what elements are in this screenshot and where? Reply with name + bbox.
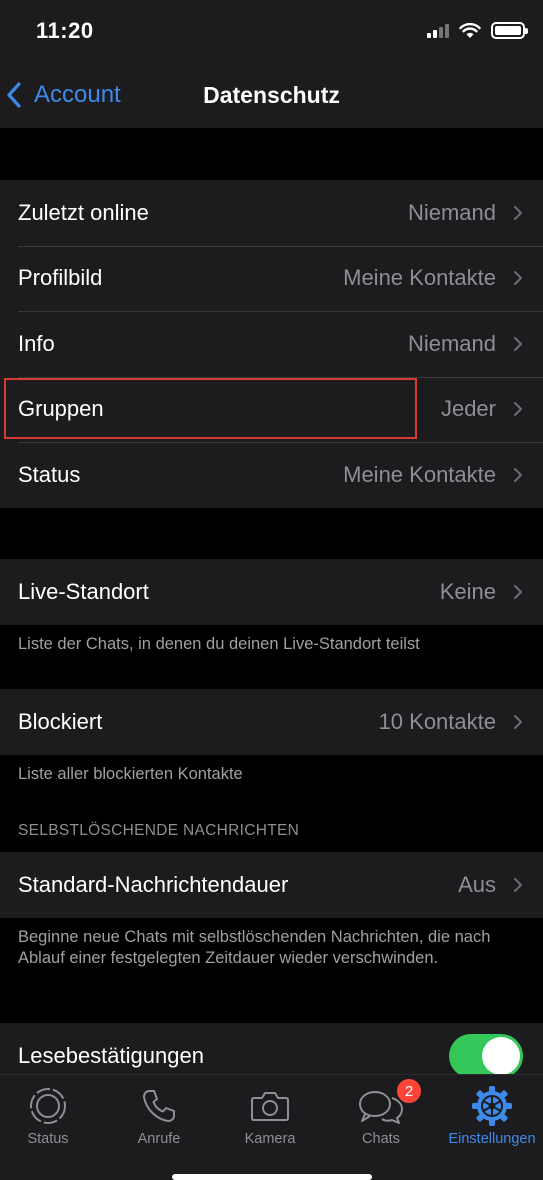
chevron-right-icon bbox=[514, 205, 522, 220]
row-value: 10 Kontakte bbox=[378, 708, 496, 734]
cellular-signal-icon bbox=[427, 23, 449, 38]
row-read-receipts[interactable]: Lesebestätigungen bbox=[0, 1023, 543, 1074]
row-value: Meine Kontakte bbox=[343, 461, 496, 487]
row-profile-photo[interactable]: Profilbild Meine Kontakte bbox=[0, 245, 543, 312]
row-default-message-timer[interactable]: Standard-Nachrichtendauer Aus bbox=[0, 852, 543, 918]
tab-chats[interactable]: 2 Chats bbox=[336, 1079, 426, 1147]
chevron-right-icon bbox=[514, 467, 522, 482]
disappearing-group: Standard-Nachrichtendauer Aus bbox=[0, 852, 543, 918]
row-about[interactable]: Info Niemand bbox=[0, 311, 543, 377]
tab-label: Chats bbox=[362, 1131, 400, 1147]
privacy-settings-group: Zuletzt online Niemand Profilbild Meine … bbox=[0, 180, 543, 508]
row-label: Gruppen bbox=[18, 396, 104, 422]
page-title: Datenschutz bbox=[0, 82, 543, 109]
row-groups[interactable]: Gruppen Jeder bbox=[0, 376, 543, 443]
live-location-footer: Liste der Chats, in denen du deinen Live… bbox=[18, 635, 420, 653]
tab-status[interactable]: Status bbox=[3, 1085, 93, 1147]
row-label: Blockiert bbox=[18, 708, 103, 734]
row-label: Profilbild bbox=[18, 265, 103, 291]
page-title-text: Datenschutz bbox=[203, 82, 340, 108]
row-label: Live-Standort bbox=[18, 578, 149, 604]
chats-icon: 2 bbox=[357, 1079, 421, 1127]
row-label: Status bbox=[18, 461, 81, 487]
tab-label: Einstellungen bbox=[448, 1131, 536, 1147]
row-label: Lesebestätigungen bbox=[18, 1042, 204, 1068]
live-location-group: Live-Standort Keine bbox=[0, 559, 543, 625]
tab-label: Status bbox=[27, 1131, 69, 1147]
battery-icon bbox=[491, 22, 528, 39]
disappearing-footer: Beginne neue Chats mit selbstlöschenden … bbox=[18, 928, 491, 967]
phone-icon bbox=[139, 1085, 179, 1127]
toggle-knob bbox=[482, 1037, 520, 1074]
chevron-right-icon bbox=[514, 584, 522, 599]
row-last-seen[interactable]: Zuletzt online Niemand bbox=[0, 180, 543, 246]
chevron-right-icon bbox=[514, 271, 522, 286]
status-icons bbox=[427, 22, 528, 39]
read-receipts-toggle[interactable] bbox=[449, 1034, 523, 1074]
tab-label: Kamera bbox=[244, 1131, 296, 1147]
row-value: Aus bbox=[458, 871, 496, 897]
row-blocked[interactable]: Blockiert 10 Kontakte bbox=[0, 689, 543, 755]
status-bar: 11:20 bbox=[0, 0, 543, 62]
row-status[interactable]: Status Meine Kontakte bbox=[0, 442, 543, 508]
row-value: Jeder bbox=[440, 396, 496, 422]
section-header-disappearing: SELBSTLÖSCHENDE NACHRICHTEN bbox=[18, 822, 300, 839]
unread-badge: 2 bbox=[397, 1079, 421, 1103]
tab-label: Anrufe bbox=[137, 1131, 181, 1147]
home-indicator bbox=[172, 1174, 372, 1180]
status-icon bbox=[28, 1085, 68, 1127]
row-value: Niemand bbox=[407, 330, 496, 356]
status-time: 11:20 bbox=[36, 18, 94, 43]
chevron-right-icon bbox=[514, 877, 522, 892]
chevron-right-icon bbox=[514, 714, 522, 729]
row-label: Zuletzt online bbox=[18, 199, 149, 225]
chevron-right-icon bbox=[514, 336, 522, 351]
tab-bar: Status Anrufe Kamera 2 Chats Einstellung… bbox=[0, 1074, 543, 1180]
chevron-right-icon bbox=[514, 402, 522, 417]
settings-gear-icon bbox=[471, 1085, 513, 1127]
row-label: Info bbox=[18, 330, 55, 356]
tab-camera[interactable]: Kamera bbox=[225, 1085, 315, 1147]
read-receipts-group: Lesebestätigungen bbox=[0, 1023, 543, 1074]
tab-calls[interactable]: Anrufe bbox=[114, 1085, 204, 1147]
camera-icon bbox=[249, 1085, 291, 1127]
row-value: Meine Kontakte bbox=[343, 265, 496, 291]
blocked-footer: Liste aller blockierten Kontakte bbox=[18, 765, 243, 783]
row-label: Standard-Nachrichtendauer bbox=[18, 871, 289, 897]
row-value: Niemand bbox=[407, 199, 496, 225]
navigation-bar: Account Datenschutz bbox=[0, 62, 543, 128]
row-value: Keine bbox=[439, 578, 496, 604]
blocked-group: Blockiert 10 Kontakte bbox=[0, 689, 543, 755]
tab-settings[interactable]: Einstellungen bbox=[447, 1085, 537, 1147]
wifi-icon bbox=[459, 22, 481, 38]
row-live-location[interactable]: Live-Standort Keine bbox=[0, 559, 543, 625]
